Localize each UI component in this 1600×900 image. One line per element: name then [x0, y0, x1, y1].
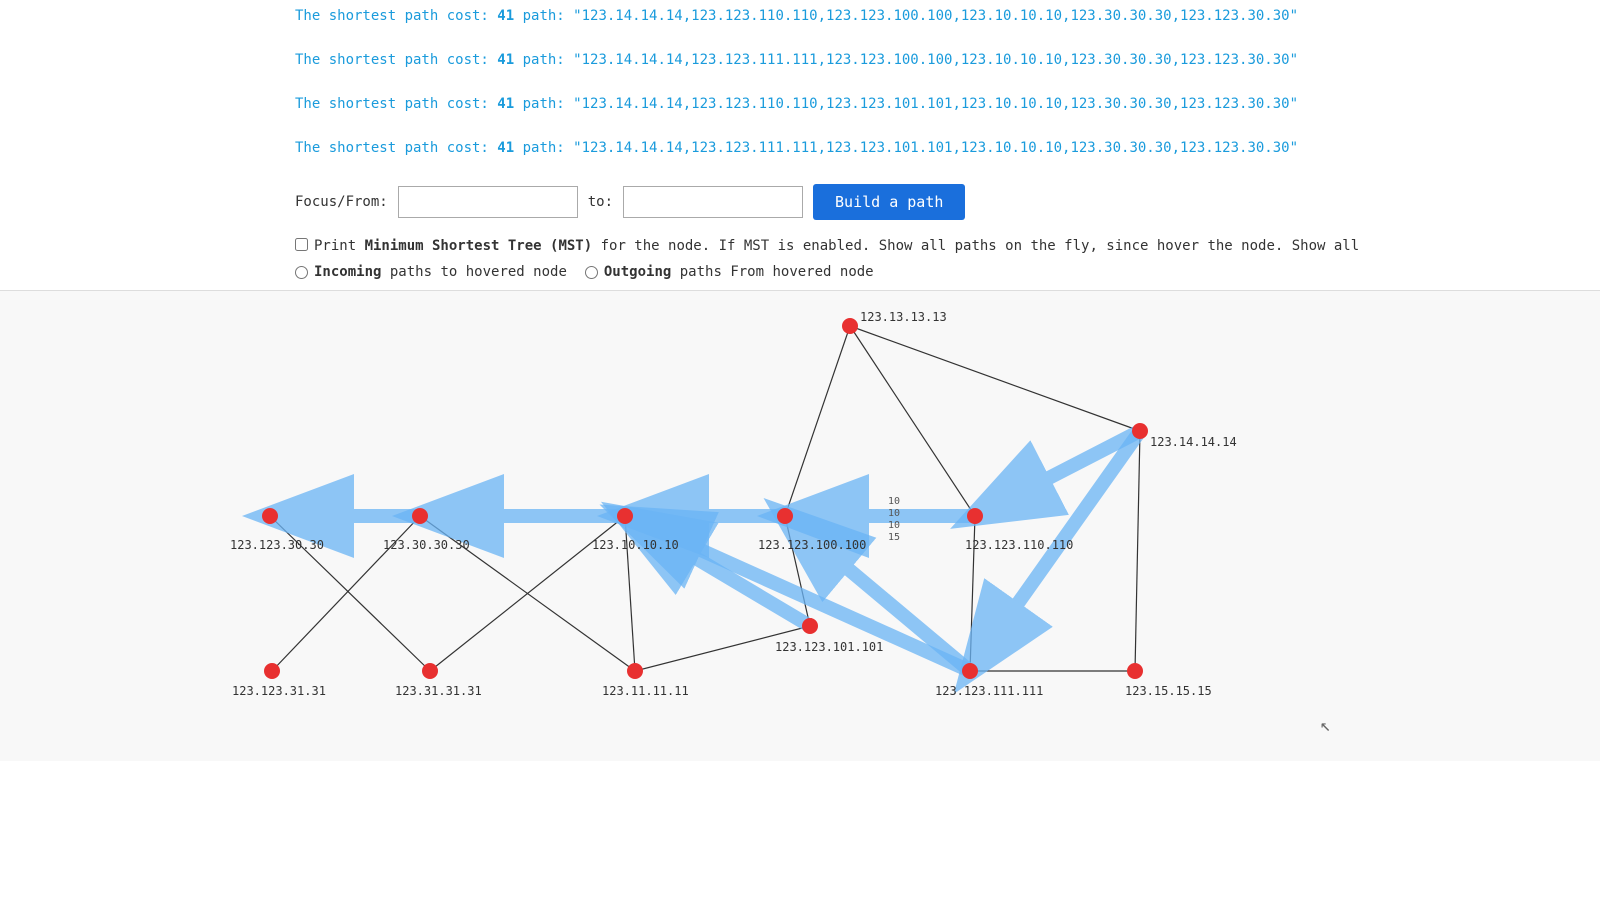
node-label-n12: 123.123.31.31 — [232, 684, 326, 698]
edge-weight-2: 10 — [888, 508, 900, 519]
node-label-n2: 123.123.110.110 — [965, 538, 1073, 552]
node-label-n11: 123.31.31.31 — [395, 684, 482, 698]
outgoing-label: Outgoing paths From hovered node — [604, 264, 874, 280]
node-n4[interactable] — [617, 508, 633, 524]
mst-options: Print Minimum Shortest Tree (MST) for th… — [0, 238, 1600, 280]
node-label-n10: 123.11.11.11 — [602, 684, 689, 698]
path-result-3: The shortest path cost: 41 path: "123.14… — [295, 96, 1600, 112]
node-n9[interactable] — [802, 618, 818, 634]
edge-n13-n2 — [850, 326, 975, 516]
path-text-2: path: "123.14.14.14,123.123.111.111,123.… — [514, 52, 1298, 68]
node-label-n4: 123.10.10.10 — [592, 538, 679, 552]
graph-section: 10 10 10 15 123.13.13.13 123.14.14.14 12… — [0, 290, 1600, 761]
to-input[interactable] — [623, 186, 803, 218]
node-n12[interactable] — [264, 663, 280, 679]
edge-weight-3: 10 — [888, 520, 900, 531]
node-n13[interactable] — [842, 318, 858, 334]
path-cost-2: 41 — [497, 52, 514, 68]
to-label: to: — [588, 194, 613, 210]
hl-n9-n4 — [625, 516, 810, 626]
mst-print-label: Print Minimum Shortest Tree (MST) for th… — [314, 238, 1359, 254]
node-n3[interactable] — [777, 508, 793, 524]
node-label-n13: 123.13.13.13 — [860, 310, 947, 324]
mst-checkbox-row: Print Minimum Shortest Tree (MST) for th… — [295, 238, 1600, 254]
node-n10[interactable] — [627, 663, 643, 679]
node-label-n5: 123.30.30.30 — [383, 538, 470, 552]
edge-n1-n7 — [1135, 431, 1140, 671]
mst-bold-label: Minimum Shortest Tree (MST) — [365, 238, 593, 254]
path-result-2: The shortest path cost: 41 path: "123.14… — [295, 52, 1600, 68]
edge-n13-n3 — [785, 326, 850, 516]
path-cost-3: 41 — [497, 96, 514, 112]
path-prefix-1: The shortest path cost: — [295, 8, 497, 24]
focus-from-input[interactable] — [398, 186, 578, 218]
edge-weight-1: 10 — [888, 496, 900, 507]
build-path-button[interactable]: Build a path — [813, 184, 965, 220]
path-results-section: The shortest path cost: 41 path: "123.14… — [0, 0, 1600, 156]
incoming-label: Incoming paths to hovered node — [314, 264, 567, 280]
node-label-n9: 123.123.101.101 — [775, 640, 883, 654]
path-cost-4: 41 — [497, 140, 514, 156]
node-n11[interactable] — [422, 663, 438, 679]
path-prefix-4: The shortest path cost: — [295, 140, 497, 156]
node-n2[interactable] — [967, 508, 983, 524]
path-result-1: The shortest path cost: 41 path: "123.14… — [295, 8, 1600, 24]
node-n6[interactable] — [262, 508, 278, 524]
path-text-4: path: "123.14.14.14,123.123.111.111,123.… — [514, 140, 1298, 156]
node-n8[interactable] — [962, 663, 978, 679]
path-text-3: path: "123.14.14.14,123.123.110.110,123.… — [514, 96, 1298, 112]
focus-from-label: Focus/From: — [295, 194, 388, 210]
network-graph: 10 10 10 15 123.13.13.13 123.14.14.14 12… — [220, 301, 1380, 751]
edge-weight-4: 15 — [888, 532, 900, 543]
edge-n13-n1 — [850, 326, 1140, 431]
build-path-controls: Focus/From: to: Build a path — [0, 184, 1600, 220]
incoming-radio[interactable] — [295, 266, 308, 279]
node-label-n3: 123.123.100.100 — [758, 538, 866, 552]
node-n7[interactable] — [1127, 663, 1143, 679]
node-label-n8: 123.123.111.111 — [935, 684, 1043, 698]
path-direction-row: Incoming paths to hovered node Outgoing … — [295, 264, 1600, 280]
outgoing-radio[interactable] — [585, 266, 598, 279]
path-cost-1: 41 — [497, 8, 514, 24]
cursor-icon: ↖ — [1320, 715, 1331, 736]
node-n1[interactable] — [1132, 423, 1148, 439]
mst-checkbox[interactable] — [295, 238, 308, 251]
path-text-1: path: "123.14.14.14,123.123.110.110,123.… — [514, 8, 1298, 24]
path-result-4: The shortest path cost: 41 path: "123.14… — [295, 140, 1600, 156]
path-prefix-2: The shortest path cost: — [295, 52, 497, 68]
path-prefix-3: The shortest path cost: — [295, 96, 497, 112]
node-label-n6: 123.123.30.30 — [230, 538, 324, 552]
node-label-n7: 123.15.15.15 — [1125, 684, 1212, 698]
node-n5[interactable] — [412, 508, 428, 524]
node-label-n1: 123.14.14.14 — [1150, 435, 1237, 449]
